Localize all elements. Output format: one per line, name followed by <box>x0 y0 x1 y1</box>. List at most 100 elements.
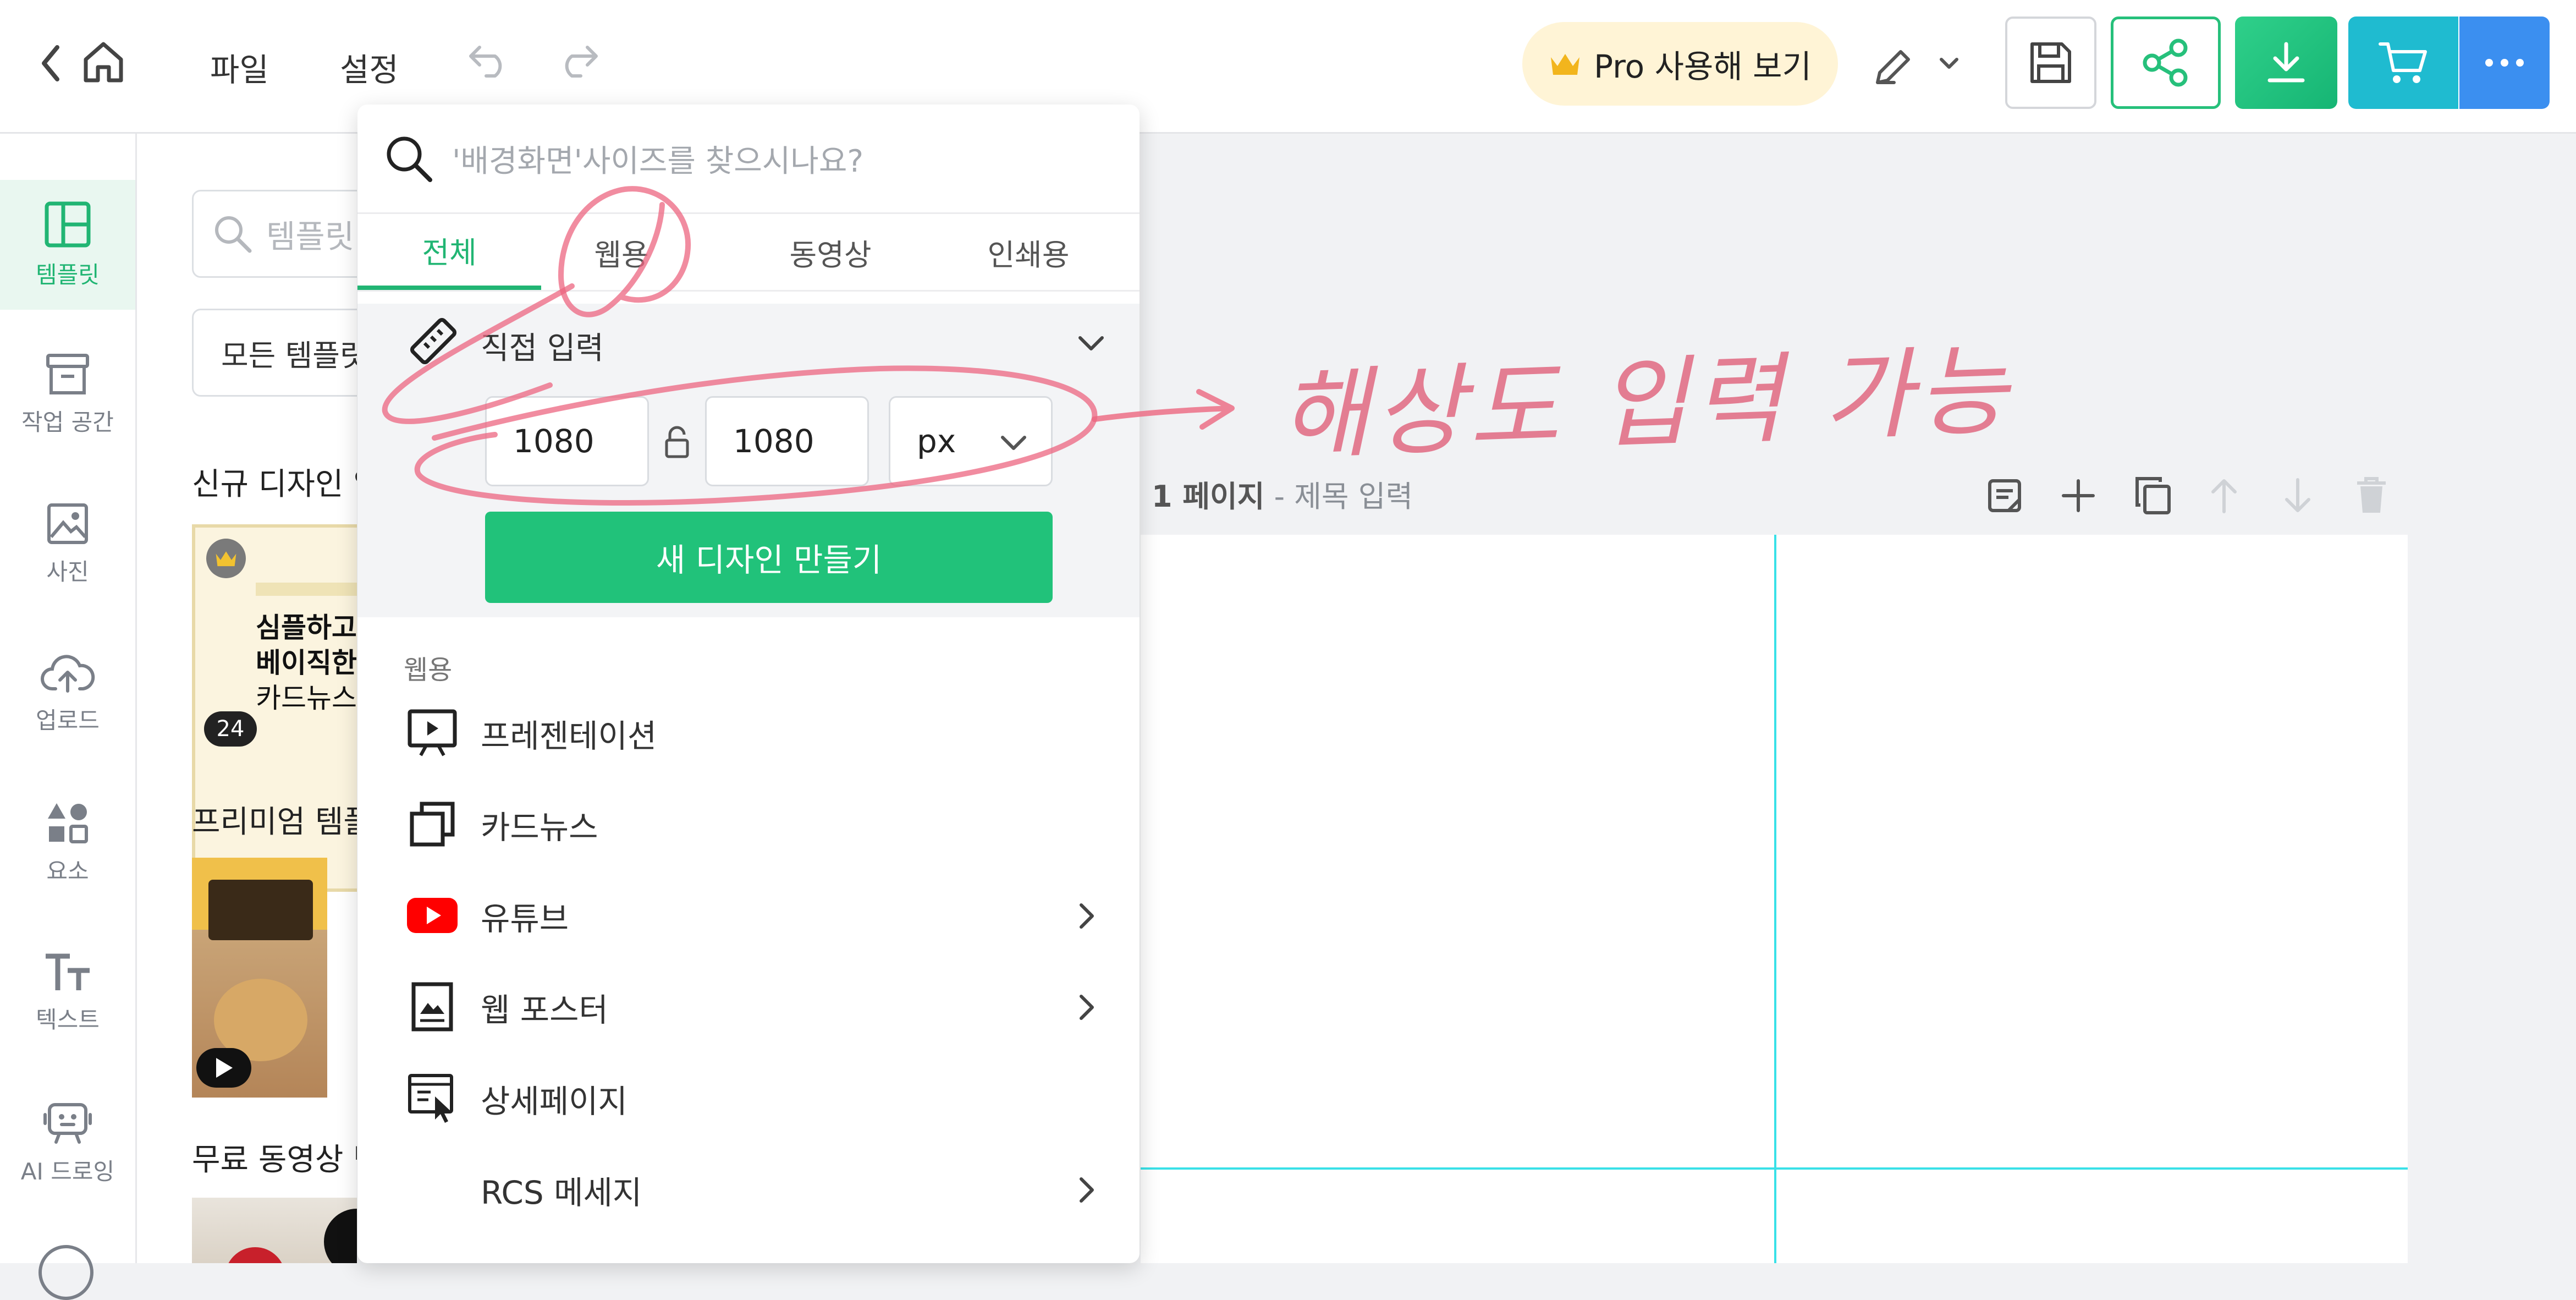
undo-icon[interactable] <box>467 43 511 78</box>
more-dots-icon <box>2483 57 2527 68</box>
template-panel: 템플릿 모든 템플릿 신규 디자인 입 심플하고 베이직한 카드뉴스 24 프리… <box>137 134 357 1263</box>
menu-item-cardnews[interactable]: 카드뉴스 <box>357 779 1140 870</box>
custom-size-label: 직접 입력 <box>481 331 604 366</box>
template-search-input[interactable]: 템플릿 <box>192 190 357 278</box>
page-title-input[interactable]: 제목 입력 <box>1294 479 1413 514</box>
create-design-button[interactable]: 새 디자인 만들기 <box>485 512 1053 603</box>
premium-crown-badge <box>206 539 246 578</box>
page-count-badge: 24 <box>204 711 257 747</box>
template-card-video-cookie[interactable] <box>192 858 327 1098</box>
card-title-line-1: 심플하고 <box>256 612 357 644</box>
menu-item-youtube[interactable]: 유튜브 <box>357 870 1140 962</box>
menu-item-rcs-message[interactable]: RCS 메세지 <box>357 1144 1140 1236</box>
rail-label-photo: 사진 <box>46 558 89 585</box>
section-premium-templates: 프리미엄 템플 <box>192 804 357 840</box>
thumb-circle <box>225 1247 285 1263</box>
ai-robot-icon <box>43 1102 92 1144</box>
save-icon <box>2028 40 2074 86</box>
chevron-right-icon <box>1079 903 1096 929</box>
template-filter-value: 모든 템플릿 <box>221 338 357 373</box>
menu-file[interactable]: 파일 <box>210 44 269 90</box>
unit-select-value: px <box>917 423 956 460</box>
detail-page-icon <box>406 1072 459 1125</box>
video-thumb-title <box>208 880 313 940</box>
tab-print[interactable]: 인쇄용 <box>940 214 1116 290</box>
template-search-placeholder: 템플릿 <box>266 218 355 255</box>
template-card-free-video[interactable] <box>192 1198 357 1263</box>
size-category-tabs: 전체 웹용 동영상 인쇄용 <box>357 212 1140 292</box>
rail-item-photo[interactable]: 사진 <box>0 479 135 609</box>
unit-select[interactable]: px <box>889 396 1053 486</box>
back-chevron-icon[interactable] <box>40 44 62 83</box>
menu-item-presentation[interactable]: 프레젠테이션 <box>357 688 1140 779</box>
pro-trial-button[interactable]: Pro 사용해 보기 <box>1522 22 1838 106</box>
move-page-up-icon[interactable] <box>2209 476 2239 515</box>
ruler-icon <box>406 315 461 370</box>
card-title-line-3: 카드뉴스 <box>256 682 357 714</box>
rail-label-workspace: 작업 공간 <box>21 408 114 436</box>
poster-icon <box>406 980 459 1033</box>
redo-icon[interactable] <box>555 43 599 78</box>
tab-video[interactable]: 동영상 <box>742 214 918 290</box>
pencil-edit-icon[interactable] <box>1872 46 1914 88</box>
shapes-icon <box>48 803 88 843</box>
menu-item-web-poster-label: 웹 포스터 <box>481 991 608 1029</box>
share-icon <box>2141 38 2190 87</box>
play-button[interactable] <box>196 1048 251 1088</box>
rail-item-template[interactable]: 템플릿 <box>0 180 135 310</box>
aspect-lock-icon[interactable] <box>663 426 691 459</box>
rail-label-template: 템플릿 <box>36 261 100 288</box>
collapse-chevron-icon[interactable] <box>1078 336 1104 352</box>
add-page-icon[interactable] <box>2060 478 2096 514</box>
menu-item-detail-page-label: 상세페이지 <box>481 1083 628 1120</box>
menu-item-presentation-label: 프레젠테이션 <box>481 717 657 755</box>
rail-label-upload: 업로드 <box>36 706 100 734</box>
rail-item-elements[interactable]: 요소 <box>0 778 135 908</box>
section-web-label: 웹용 <box>404 655 453 685</box>
menu-settings[interactable]: 설정 <box>340 44 399 90</box>
pro-trial-label: Pro 사용해 보기 <box>1594 48 1812 85</box>
menu-item-cardnews-label: 카드뉴스 <box>481 809 598 846</box>
size-dropdown-panel: '배경화면'사이즈를 찾으시나요? 전체 웹용 동영상 인쇄용 직접 입력 10… <box>357 105 1140 1263</box>
menu-item-rcs-message-label: RCS 메세지 <box>481 1174 642 1211</box>
width-input[interactable]: 1080 <box>485 396 649 486</box>
card-title: 심플하고 베이직한 카드뉴스 <box>256 610 357 716</box>
custom-size-section: 직접 입력 1080 1080 px 새 디자인 만들기 <box>357 304 1140 617</box>
card-stack-icon <box>406 798 459 851</box>
presentation-icon <box>406 706 459 759</box>
download-icon <box>2265 41 2307 85</box>
height-input[interactable]: 1080 <box>705 396 869 486</box>
more-options-button[interactable] <box>2459 17 2550 109</box>
rail-item-ai-drawing[interactable]: AI 드로잉 <box>0 1078 135 1208</box>
chevron-down-icon[interactable] <box>1939 57 1959 70</box>
rail-item-workspace[interactable]: 작업 공간 <box>0 330 135 459</box>
play-icon <box>216 1058 233 1078</box>
search-icon <box>387 136 432 182</box>
menu-item-web-poster[interactable]: 웹 포스터 <box>357 962 1140 1053</box>
size-search-input[interactable]: '배경화면'사이즈를 찾으시나요? <box>357 105 1140 212</box>
size-search-placeholder: '배경화면'사이즈를 찾으시나요? <box>452 143 864 179</box>
tab-all[interactable]: 전체 <box>357 214 541 290</box>
design-canvas[interactable] <box>1141 535 2408 1263</box>
rail-item-text[interactable]: 텍스트 <box>0 928 135 1058</box>
menu-item-detail-page[interactable]: 상세페이지 <box>357 1053 1140 1144</box>
home-icon[interactable] <box>82 40 124 84</box>
duplicate-page-icon[interactable] <box>2134 475 2172 516</box>
download-button[interactable] <box>2235 17 2337 109</box>
section-free-videos: 무료 동영상 템 <box>192 1142 357 1178</box>
rail-item-upload[interactable]: 업로드 <box>0 629 135 759</box>
tab-web[interactable]: 웹용 <box>544 214 698 290</box>
more-rail-icon[interactable] <box>38 1245 93 1300</box>
delete-page-icon[interactable] <box>2355 475 2388 515</box>
left-rail: 템플릿 작업 공간 사진 업로드 요소 텍스트 AI 드로잉 <box>0 134 137 1300</box>
cart-button[interactable] <box>2348 17 2458 109</box>
template-filter-select[interactable]: 모든 템플릿 <box>192 309 357 397</box>
save-button[interactable] <box>2005 17 2096 109</box>
youtube-icon <box>406 889 459 942</box>
text-icon <box>46 953 90 990</box>
move-page-down-icon[interactable] <box>2282 476 2313 515</box>
share-button[interactable] <box>2111 17 2221 109</box>
template-layout-icon <box>45 201 91 247</box>
page-note-icon[interactable] <box>1986 478 2023 514</box>
archive-box-icon <box>46 353 89 394</box>
